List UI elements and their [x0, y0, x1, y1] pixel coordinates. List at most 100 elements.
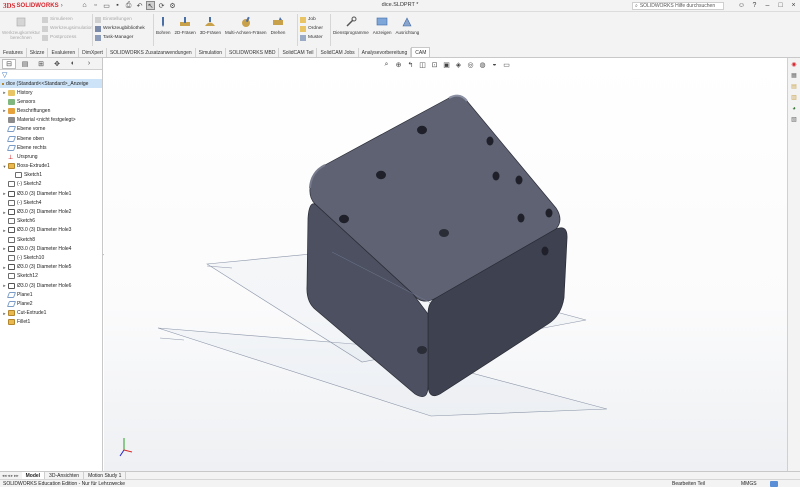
open-folder-icon[interactable]: ▭ — [102, 1, 111, 10]
tree-item[interactable]: Plane2 — [0, 299, 102, 308]
expand-arrow-icon[interactable]: ► — [2, 246, 7, 251]
tree-item[interactable]: Ebene vorne — [0, 125, 102, 134]
chevron-right-icon[interactable]: › — [61, 3, 63, 9]
tree-item[interactable]: ▼ Boss-Extrude1 — [0, 162, 102, 171]
select-pointer-icon[interactable]: ↖ — [146, 1, 155, 10]
drilling-button[interactable]: Bohren — [156, 15, 171, 35]
folder-button[interactable]: Ordner — [300, 24, 323, 33]
pattern-button[interactable]: Muster — [300, 33, 323, 42]
graphics-area[interactable]: ⌕ ⊕ ↰ ◫ ⊡ ▣ ◈ ◎ ◍ ◒ ▭ — [104, 58, 787, 471]
help-popup-icon[interactable] — [770, 480, 778, 487]
expand-arrow-icon[interactable]: ► — [2, 283, 7, 288]
tab-model[interactable]: Model — [21, 472, 46, 479]
tree-item[interactable]: ► Ø3.0 (3) Diameter Hole4 — [0, 244, 102, 253]
display-button[interactable]: Anzeigen — [373, 15, 392, 35]
user-icon[interactable]: ☺ — [735, 0, 748, 11]
tool-correction-button[interactable]: Werkzeugkorrektur berechnen — [2, 15, 40, 40]
tab-analysis-prep[interactable]: Analysevorbereitung — [359, 48, 412, 57]
tab-3d-views[interactable]: 3D-Ansichten — [45, 472, 85, 479]
next-tab-icon[interactable]: ▸ — [11, 473, 13, 479]
configuration-manager-tab-icon[interactable]: ⊞ — [34, 59, 48, 69]
task-manager-button[interactable]: Task-Manager — [95, 33, 133, 42]
expand-arrow-icon[interactable]: ► — [2, 90, 7, 95]
tree-item[interactable]: Ebene oben — [0, 134, 102, 143]
solidworks-resources-icon[interactable]: ◉ — [790, 60, 799, 69]
feature-tree-tab-icon[interactable]: ⊟ — [2, 58, 16, 69]
last-tab-icon[interactable]: ▸▸ — [14, 473, 19, 479]
tab-simulation[interactable]: Simulation — [196, 48, 227, 57]
help-icon[interactable]: ? — [748, 0, 761, 11]
expand-arrow-icon[interactable]: ► — [2, 191, 7, 196]
alignment-button[interactable]: Ausrichtung — [396, 15, 419, 35]
maximize-icon[interactable]: □ — [774, 0, 787, 11]
design-library-icon[interactable]: ▦ — [790, 71, 799, 80]
collapse-arrow-icon[interactable]: ▼ — [2, 164, 7, 169]
units-selector[interactable]: MMGS — [741, 481, 757, 487]
tree-item[interactable]: ► Ø3.0 (3) Diameter Hole2 — [0, 207, 102, 216]
tree-item[interactable]: ⊥ Ursprung — [0, 152, 102, 161]
settings-button[interactable]: Einstellungen — [95, 15, 132, 24]
print-icon[interactable]: ⎙ — [124, 1, 133, 10]
expand-arrow-icon[interactable]: ► — [2, 228, 7, 233]
tree-item[interactable]: ► Ø3.0 (3) Diameter Hole6 — [0, 281, 102, 290]
tab-cam[interactable]: CAM — [411, 47, 431, 57]
rebuild-icon[interactable]: ⟳ — [157, 1, 166, 10]
expand-arrow-icon[interactable]: ► — [2, 108, 7, 113]
help-search-input[interactable]: ⌕ SOLIDWORKS Hilfe durchsuchen — [632, 1, 724, 10]
tree-item[interactable]: Fillet1 — [0, 318, 102, 327]
tab-solidcam-part[interactable]: SolidCAM Teil — [279, 48, 318, 57]
tab-motion-study[interactable]: Motion Study 1 — [84, 472, 127, 479]
tree-item[interactable]: Sketch6 — [0, 217, 102, 226]
tree-item[interactable]: Ebene rechts — [0, 143, 102, 152]
tree-item[interactable]: Material <nicht festgelegt> — [0, 116, 102, 125]
milling-2d-button[interactable]: 2D-Fräsen — [175, 15, 196, 35]
filter-icon[interactable]: ▽ — [0, 70, 102, 79]
solidworks-logo[interactable]: 3DS SOLIDWORKS › — [3, 1, 63, 11]
custom-properties-icon[interactable]: ▧ — [790, 115, 799, 124]
service-programs-button[interactable]: Dienstprogramme — [333, 15, 369, 35]
previous-tab-icon[interactable]: ◂ — [8, 473, 10, 479]
tree-item[interactable]: Sketch8 — [0, 235, 102, 244]
tool-simulation-button[interactable]: Werkzeugsimulation — [42, 24, 93, 33]
tab-features[interactable]: Features — [0, 48, 27, 57]
tree-item[interactable]: ► Ø3.0 (3) Diameter Hole5 — [0, 263, 102, 272]
more-tabs-icon[interactable]: › — [82, 59, 96, 69]
close-icon[interactable]: × — [787, 0, 800, 11]
job-button[interactable]: Job — [300, 15, 316, 24]
tab-solidcam-jobs[interactable]: SolidCAM Jobs — [317, 48, 359, 57]
tree-item[interactable]: ► Ø3.0 (3) Diameter Hole3 — [0, 226, 102, 235]
tree-item[interactable]: ► History — [0, 88, 102, 97]
file-explorer-icon[interactable]: ▤ — [790, 82, 799, 91]
tree-item[interactable]: Sensors — [0, 97, 102, 106]
tab-dimxpert[interactable]: DimXpert — [79, 48, 107, 57]
expand-arrow-icon[interactable]: ► — [2, 210, 7, 215]
milling-3d-button[interactable]: 3D-Fräsen — [200, 15, 221, 35]
tree-item[interactable]: Plane1 — [0, 290, 102, 299]
multiaxis-milling-button[interactable]: Multi-Achsen-Fräsen — [225, 15, 267, 35]
undo-icon[interactable]: ↶ — [135, 1, 144, 10]
expand-arrow-icon[interactable]: ► — [2, 265, 7, 270]
tree-item[interactable]: Sketch12 — [0, 272, 102, 281]
minimize-icon[interactable]: – — [761, 0, 774, 11]
tab-addins[interactable]: SOLIDWORKS Zusatzanwendungen — [107, 48, 196, 57]
expand-arrow-icon[interactable]: ► — [2, 311, 7, 316]
tree-item[interactable]: ► Cut-Extrude1 — [0, 309, 102, 318]
postprocess-button[interactable]: Postprozess — [42, 33, 76, 42]
home-icon[interactable]: ⌂ — [80, 1, 89, 10]
tool-library-button[interactable]: Werkzeugbibliothek — [95, 24, 145, 33]
tree-item[interactable]: (-) Sketch10 — [0, 253, 102, 262]
tab-evaluate[interactable]: Evaluieren — [48, 48, 80, 57]
tab-sketch[interactable]: Skizze — [27, 48, 49, 57]
tree-root-part[interactable]: dice (Standard<<Standard>_Anzeige — [0, 79, 102, 88]
tree-item[interactable]: (-) Sketch2 — [0, 180, 102, 189]
save-icon[interactable]: ▪ — [113, 1, 122, 10]
tree-item[interactable]: ► Ø3.0 (3) Diameter Hole1 — [0, 189, 102, 198]
tree-item[interactable]: (-) Sketch4 — [0, 198, 102, 207]
dimxpert-tab-icon[interactable]: ✥ — [50, 59, 64, 69]
simulate-button[interactable]: Simulieren — [42, 15, 73, 24]
view-palette-icon[interactable]: ▥ — [790, 93, 799, 102]
options-gear-icon[interactable]: ⚙ — [168, 1, 177, 10]
turning-button[interactable]: Drehen — [271, 15, 285, 35]
first-tab-icon[interactable]: ◂◂ — [2, 473, 7, 479]
property-manager-tab-icon[interactable]: ▤ — [18, 59, 32, 69]
